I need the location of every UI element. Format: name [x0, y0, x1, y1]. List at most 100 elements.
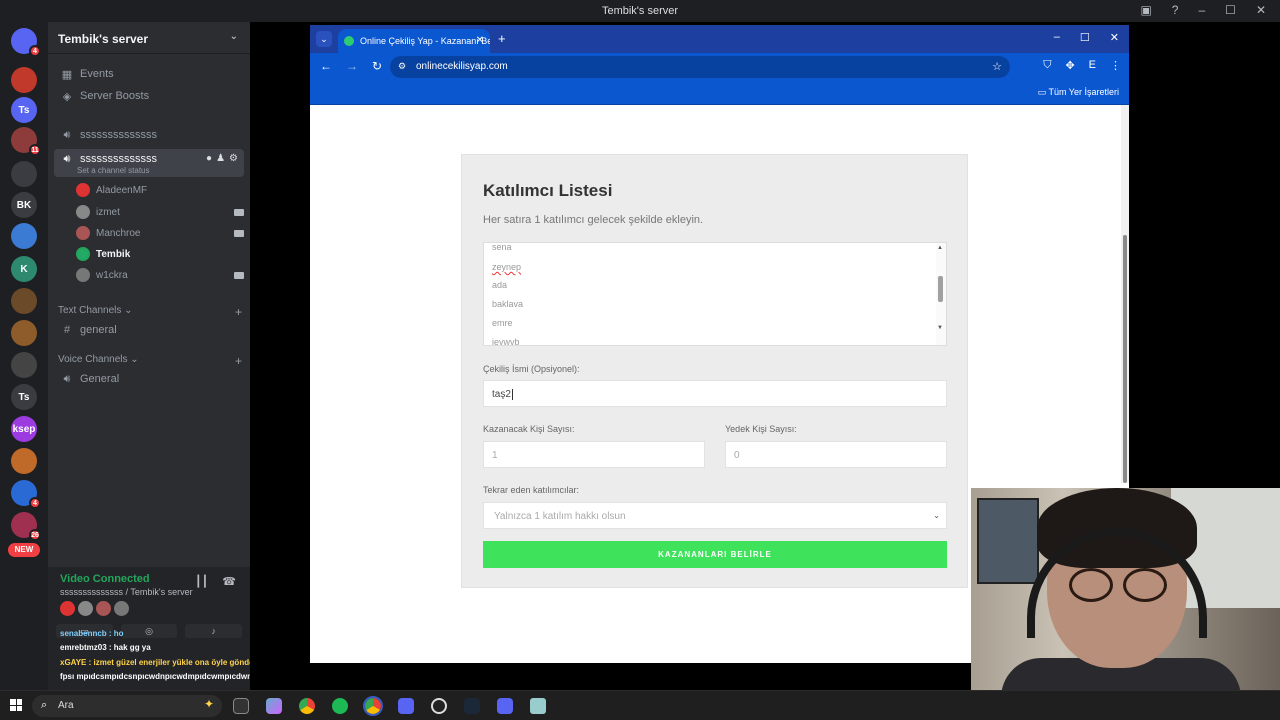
start-button[interactable] — [10, 699, 22, 711]
list-item: ada — [492, 280, 508, 290]
scroll-down-icon[interactable]: ▼ — [937, 325, 943, 331]
server-avatar-icon[interactable] — [11, 67, 37, 93]
obs-icon[interactable] — [431, 698, 447, 714]
maximize-button[interactable]: ☐ — [1080, 31, 1090, 44]
server-avatar-icon[interactable] — [11, 223, 37, 249]
voice-channel-2[interactable]: 🔊︎ ssssssssssssss Set a channel status ●… — [54, 149, 244, 177]
participant-list-textarea[interactable]: sena zeynep ada baklava emre jevwvb ▲ ▼ — [483, 242, 947, 346]
soundboard-button[interactable]: ♪ — [185, 624, 243, 638]
server-avatar-icon[interactable] — [11, 161, 37, 187]
back-icon[interactable]: ← — [320, 59, 332, 73]
extension-icons: ⛉ ✥ E ⋮ — [1043, 59, 1121, 72]
shield-icon[interactable]: ⛉ — [1043, 59, 1051, 72]
text-channel-label: general — [80, 324, 117, 336]
chat-overlay-line: senabenncb : ho — [60, 629, 124, 638]
discord-alt-icon[interactable] — [497, 698, 513, 714]
gear-icon[interactable]: ⚙ — [229, 153, 238, 164]
close-button[interactable]: ✕ — [1256, 3, 1266, 17]
bookmark-star-icon[interactable]: ☆ — [992, 60, 1002, 73]
reload-icon[interactable]: ↻ — [372, 59, 382, 73]
server-avatar-icon[interactable]: 11 — [11, 127, 41, 156]
voice-user[interactable]: w1ckra — [76, 265, 244, 285]
browser-tab[interactable]: Online Çekiliş Yap - Kazananı Be ✕ — [338, 29, 490, 53]
add-channel-icon[interactable]: + — [235, 305, 242, 319]
steam-icon[interactable] — [464, 698, 480, 714]
category-label: Voice Channels — [58, 354, 128, 365]
site-info-icon[interactable]: ⚙ — [398, 61, 406, 72]
backup-count-input[interactable]: 0 — [725, 441, 947, 468]
close-button[interactable]: ✕ — [1110, 31, 1119, 44]
activity-button[interactable]: ◎ — [120, 624, 178, 638]
disconnect-icon[interactable]: ☎ — [222, 575, 236, 588]
copilot-app-icon[interactable] — [266, 698, 282, 714]
signal-icon[interactable]: ┃┃ — [195, 575, 208, 588]
list-item: zeynep — [492, 262, 522, 272]
chrome-icon[interactable] — [299, 698, 315, 714]
server-ksep-icon[interactable]: ksep — [11, 416, 37, 442]
server-avatar-icon[interactable] — [11, 320, 37, 346]
server-avatar-icon[interactable] — [11, 288, 37, 314]
chat-icon[interactable]: ● — [206, 153, 212, 164]
server-avatar-icon[interactable]: 4 — [11, 480, 41, 509]
voice-user[interactable]: AladeenMF — [76, 180, 244, 200]
help-icon[interactable]: ? — [1172, 3, 1179, 17]
channel-status-hint[interactable]: Set a channel status — [77, 166, 150, 175]
voice-user[interactable]: Manchroe — [76, 223, 244, 243]
new-tab-button[interactable]: + — [498, 31, 506, 46]
close-tab-icon[interactable]: ✕ — [476, 35, 484, 46]
scroll-up-icon[interactable]: ▲ — [937, 245, 943, 251]
all-bookmarks-button[interactable]: ▭ Tüm Yer İşaretleri — [1038, 87, 1119, 98]
maximize-button[interactable]: ☐ — [1225, 3, 1236, 17]
server-k-icon[interactable]: K — [11, 256, 37, 282]
extensions-icon[interactable]: ✥ — [1065, 59, 1074, 72]
server-avatar-icon[interactable] — [11, 352, 37, 378]
page-scrollbar[interactable] — [1121, 105, 1129, 483]
repeat-participants-select[interactable]: Yalnızca 1 katılım hakkı olsun ⌄ — [483, 502, 947, 529]
server-ts-icon[interactable]: Ts — [11, 97, 37, 123]
task-view-icon[interactable] — [233, 698, 249, 714]
discord-icon[interactable] — [398, 698, 414, 714]
raffle-name-input[interactable]: taş2 — [483, 380, 947, 407]
winners-count-input[interactable]: 1 — [483, 441, 705, 468]
invite-icon[interactable]: ♟ — [216, 153, 225, 164]
screen: Tembik's server ▣ ? – ☐ ✕ 4 Ts 11 BK K Ts ksep… — [0, 0, 1280, 720]
taskbar-search[interactable]: ⌕ Ara ✦ — [32, 695, 222, 717]
scroll-thumb[interactable] — [938, 276, 943, 302]
voice-user[interactable]: Tembik — [76, 244, 244, 264]
determine-winners-button[interactable]: KAZANANLARI BELİRLE — [483, 541, 947, 568]
voice-channel-general[interactable]: 🔊︎ General — [54, 369, 244, 389]
category-voice-channels[interactable]: Voice Channels ⌄ + — [58, 354, 242, 368]
forward-icon[interactable]: → — [346, 59, 358, 73]
server-avatar-icon[interactable] — [11, 448, 37, 474]
server-header[interactable]: Tembik's server ⌄ — [48, 22, 250, 54]
chrome-active-icon[interactable] — [363, 696, 383, 716]
minimize-button[interactable]: – — [1198, 3, 1205, 17]
list-scrollbar[interactable]: ▲ ▼ — [936, 243, 946, 345]
chevron-down-icon: ⌄ — [127, 354, 139, 365]
tab-search-icon[interactable]: ⌄ — [316, 31, 332, 47]
server-bk-icon[interactable]: BK — [11, 192, 37, 218]
menu-icon[interactable]: ⋮ — [1110, 59, 1121, 72]
url-field[interactable]: ⚙ onlinecekilisyap.com ☆ — [390, 56, 1010, 78]
spotify-icon[interactable] — [332, 698, 348, 714]
server-avatar-icon[interactable]: 26 — [11, 512, 41, 541]
sidebar-item-boosts[interactable]: ◈ Server Boosts — [54, 86, 244, 106]
server-ts-icon[interactable]: Ts — [11, 384, 37, 410]
category-text-channels[interactable]: Text Channels ⌄ + — [58, 305, 242, 319]
minimize-button[interactable]: – — [1054, 31, 1060, 44]
add-channel-icon[interactable]: + — [235, 354, 242, 368]
server-rail: 4 Ts 11 BK K Ts ksep 4 26 NEW — [0, 22, 48, 690]
search-placeholder: Ara — [58, 700, 74, 711]
voice-user[interactable]: izmet — [76, 202, 244, 222]
repeat-label: Tekrar eden katılımcılar: — [483, 485, 580, 495]
inbox-icon[interactable]: ▣ — [1140, 3, 1151, 17]
voice-location[interactable]: ssssssssssssss / Tembik's server — [60, 587, 193, 597]
profile-icon[interactable]: E — [1089, 59, 1096, 72]
sidebar-item-events[interactable]: ▦ Events — [54, 64, 244, 84]
notepad-icon[interactable] — [530, 698, 546, 714]
text-channel-general[interactable]: # general — [54, 320, 244, 340]
avatar — [78, 601, 93, 616]
page-scroll-thumb[interactable] — [1123, 235, 1127, 483]
voice-channel-1[interactable]: 🔊︎ ssssssssssssss — [54, 125, 244, 145]
discord-logo-icon[interactable]: 4 — [11, 28, 41, 57]
